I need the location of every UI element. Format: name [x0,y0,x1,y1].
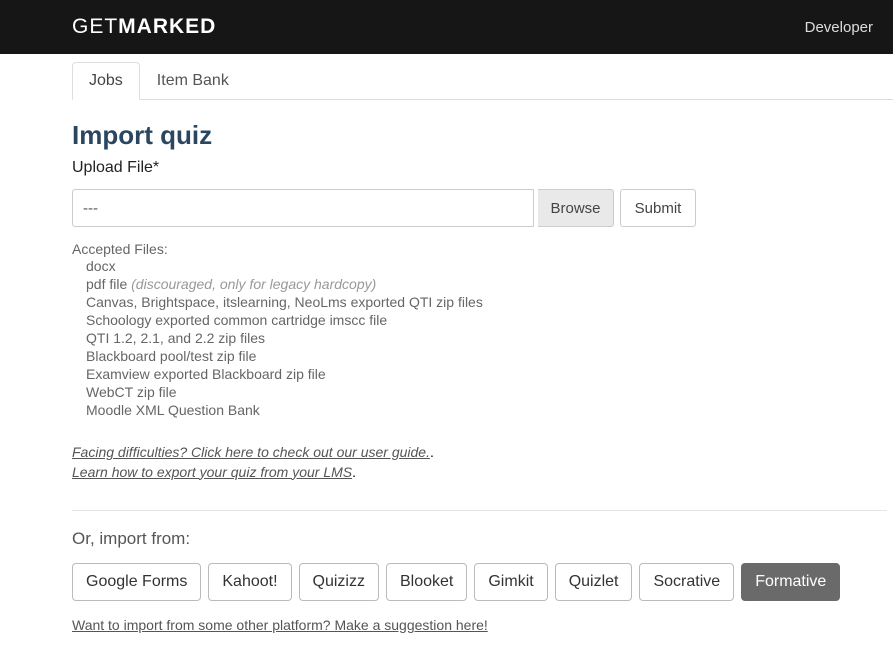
list-item: Examview exported Blackboard zip file [86,365,893,383]
help-links: Facing difficulties? Click here to check… [72,443,893,482]
platform-gimkit[interactable]: Gimkit [474,563,547,601]
tab-jobs[interactable]: Jobs [72,62,140,100]
upload-label: Upload File* [72,159,893,177]
list-item: Schoology exported common cartridge imsc… [86,311,893,329]
platform-formative[interactable]: Formative [741,563,840,601]
upload-row: Browse Submit [72,189,893,227]
suggestion-link[interactable]: Want to import from some other platform?… [72,617,488,633]
logo-marked: MARKED [118,15,216,38]
export-guide-link[interactable]: Learn how to export your quiz from your … [72,463,352,483]
platform-kahoot[interactable]: Kahoot! [208,563,291,601]
list-item: Blackboard pool/test zip file [86,347,893,365]
content-area: Import quiz Upload File* Browse Submit A… [72,120,893,635]
platform-buttons: Google Forms Kahoot! Quizizz Blooket Gim… [72,563,893,601]
list-item: WebCT zip file [86,383,893,401]
platform-quizizz[interactable]: Quizizz [299,563,379,601]
accepted-files: Accepted Files: docx pdf file (discourag… [72,241,893,419]
platform-blooket[interactable]: Blooket [386,563,467,601]
browse-button[interactable]: Browse [538,189,614,227]
list-item: docx [86,257,893,275]
logo-get: GET [72,15,118,38]
divider [72,510,887,511]
accepted-list: docx pdf file (discouraged, only for leg… [86,257,893,419]
tabs: Jobs Item Bank [72,62,893,100]
user-guide-link[interactable]: Facing difficulties? Click here to check… [72,443,430,463]
logo[interactable]: GETMARKED [72,15,216,39]
platform-google-forms[interactable]: Google Forms [72,563,201,601]
developer-link[interactable]: Developer [805,19,873,36]
list-item: pdf file (discouraged, only for legacy h… [86,275,893,293]
platform-socrative[interactable]: Socrative [639,563,734,601]
import-from-label: Or, import from: [72,529,893,549]
platform-quizlet[interactable]: Quizlet [555,563,633,601]
accepted-heading: Accepted Files: [72,241,893,257]
tab-item-bank[interactable]: Item Bank [140,62,246,99]
submit-button[interactable]: Submit [620,189,696,227]
page-title: Import quiz [72,120,893,151]
list-item: QTI 1.2, 2.1, and 2.2 zip files [86,329,893,347]
pdf-note: (discouraged, only for legacy hardcopy) [131,276,376,292]
header-bar: GETMARKED Developer [0,0,893,54]
list-item: Canvas, Brightspace, itslearning, NeoLms… [86,293,893,311]
list-item: Moodle XML Question Bank [86,401,893,419]
file-input[interactable] [72,189,534,227]
